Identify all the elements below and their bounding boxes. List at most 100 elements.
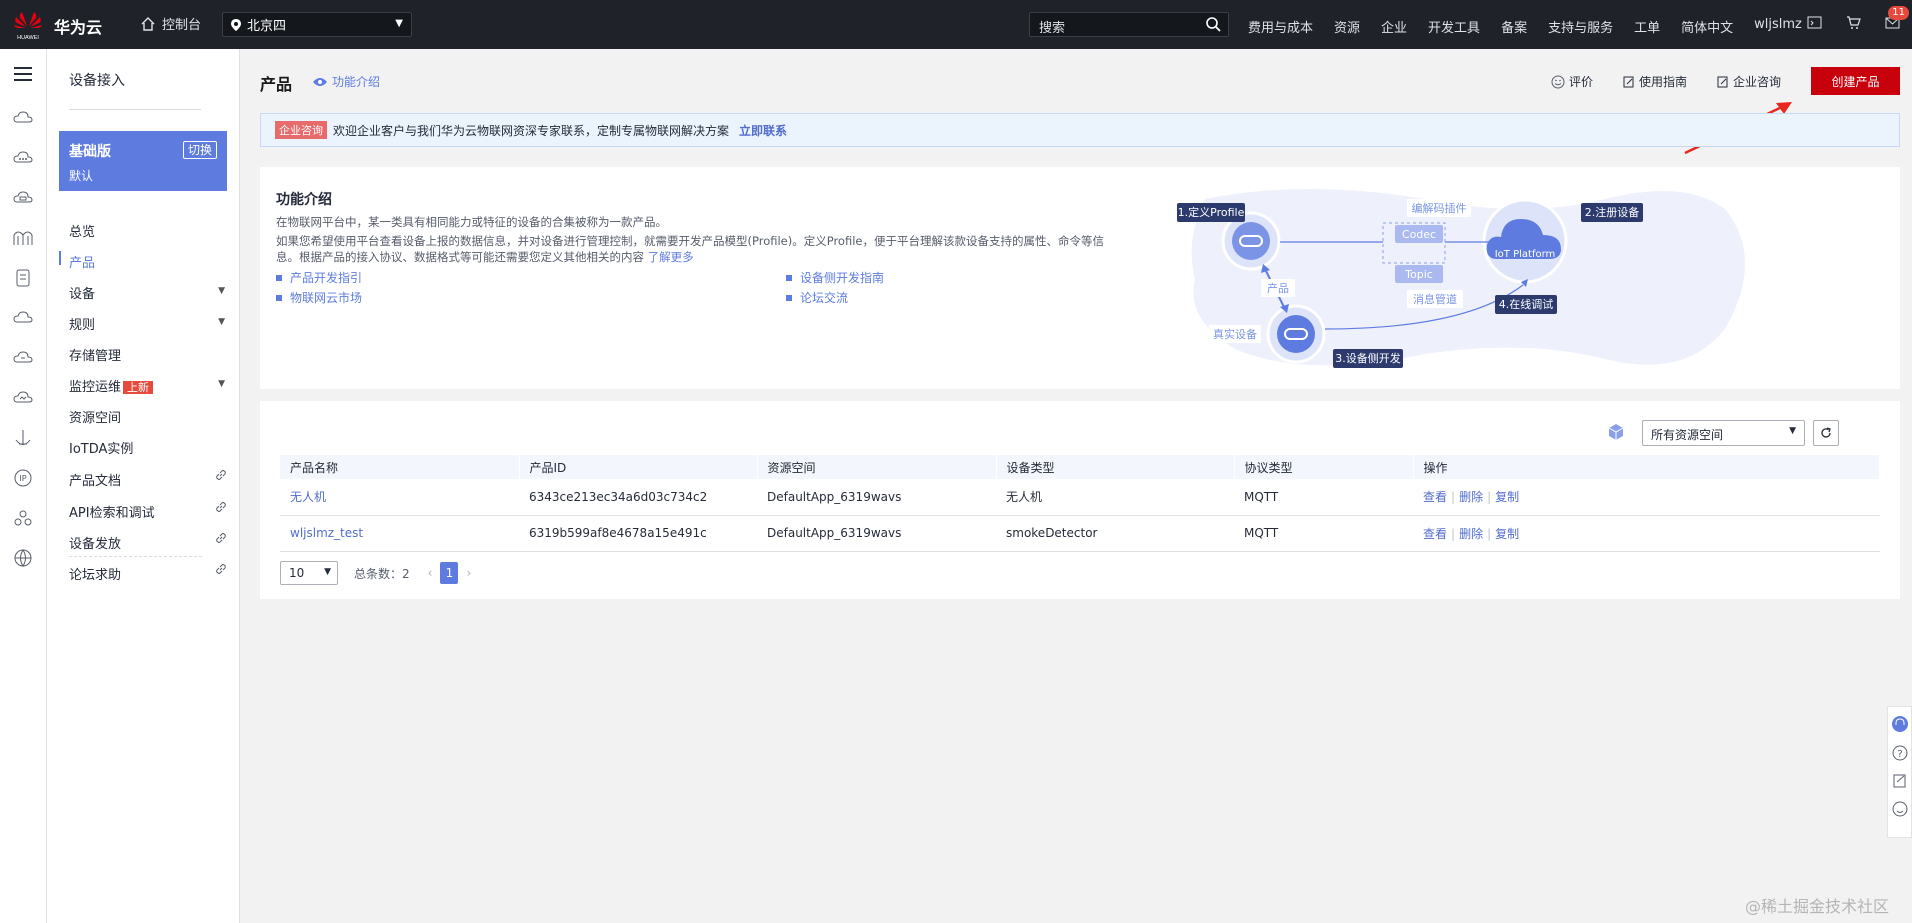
sidebar-item-iotda-instance[interactable]: IoTDA实例	[69, 438, 133, 457]
location-pin-icon	[231, 18, 241, 31]
device-dev-guide-link[interactable]: 设备侧开发指南	[786, 269, 884, 286]
delete-link[interactable]: 删除	[1459, 490, 1483, 504]
nav-dev-tools[interactable]: 开发工具	[1428, 17, 1480, 36]
cloud-storage-icon[interactable]	[12, 187, 34, 209]
notice-text: 欢迎企业客户与我们华为云物联网资深专家联系，定制专属物联网解决方案	[333, 123, 730, 138]
sidebar-item-resource-space[interactable]: 资源空间	[69, 407, 121, 426]
column-header[interactable]: 产品ID	[519, 455, 758, 479]
chevron-down-icon[interactable]: ▼	[218, 286, 225, 296]
sidebar-item-devices[interactable]: 设备	[69, 283, 95, 302]
nav-cost[interactable]: 费用与成本	[1248, 17, 1313, 36]
console-screen-icon[interactable]	[1807, 15, 1822, 30]
chevron-down-icon: ▼	[395, 18, 403, 29]
cloud-icon[interactable]	[12, 307, 34, 329]
help-icon[interactable]: ?	[1892, 745, 1908, 761]
column-header[interactable]: 产品名称	[280, 455, 520, 479]
contact-now-link[interactable]: 立即联系	[739, 122, 787, 139]
new-badge: 上新	[123, 381, 154, 394]
globe-icon[interactable]	[12, 547, 34, 569]
copy-link[interactable]: 复制	[1495, 527, 1519, 541]
menu-icon[interactable]	[12, 63, 34, 85]
refresh-button[interactable]	[1813, 420, 1839, 446]
column-header[interactable]: 设备类型	[996, 455, 1235, 479]
brand-name[interactable]: 华为云	[54, 14, 102, 38]
sidebar-item-docs[interactable]: 产品文档	[69, 470, 121, 489]
view-link[interactable]: 查看	[1423, 527, 1447, 541]
product-dev-guide-link[interactable]: 产品开发指引	[276, 269, 362, 286]
resource-space-select[interactable]: 所有资源空间 ▼	[1642, 420, 1805, 446]
create-product-button[interactable]: 创建产品	[1811, 67, 1900, 95]
page-number-button[interactable]: 1	[440, 562, 459, 584]
cloud-security-icon[interactable]	[12, 347, 34, 369]
product-name-link[interactable]: 无人机	[280, 479, 519, 516]
step4-label: 4.在线调试	[1499, 297, 1554, 311]
messages-button[interactable]: 11	[1885, 6, 1909, 34]
cloud-monitor-icon[interactable]	[12, 387, 34, 409]
nav-filing[interactable]: 备案	[1501, 17, 1527, 36]
cart-icon[interactable]	[1846, 15, 1861, 30]
guide-button[interactable]: 使用指南	[1623, 73, 1687, 90]
switch-plan-button[interactable]: 切换	[182, 141, 217, 159]
iot-marketplace-link[interactable]: 物联网云市场	[276, 289, 362, 306]
anchor-icon[interactable]	[12, 427, 34, 449]
row-actions: 查看 | 删除 | 复制	[1413, 515, 1880, 552]
sidebar-divider	[69, 556, 202, 557]
search-input[interactable]: 搜索	[1029, 12, 1229, 37]
column-header[interactable]: 资源空间	[757, 455, 997, 479]
guide-label: 使用指南	[1638, 75, 1687, 89]
protocol-cell: MQTT	[1234, 515, 1413, 552]
cloud-service-icon[interactable]	[12, 107, 34, 129]
database-icon[interactable]	[12, 267, 34, 289]
page-size-select[interactable]: 10 ▼	[280, 561, 338, 585]
column-header: 操作	[1413, 455, 1880, 479]
nav-username[interactable]: wljslmz	[1754, 17, 1802, 36]
nav-support[interactable]: 支持与服务	[1548, 17, 1613, 36]
product-name-link[interactable]: wljslmz_test	[280, 515, 519, 552]
bridge-icon[interactable]	[12, 227, 34, 249]
view-link[interactable]: 查看	[1423, 490, 1447, 504]
cloud-network-icon[interactable]	[12, 147, 34, 169]
smile-icon[interactable]	[1892, 801, 1908, 817]
rate-button[interactable]: 评价	[1551, 73, 1593, 90]
next-page-icon[interactable]: ›	[466, 566, 471, 580]
ip-icon[interactable]: IP	[12, 467, 34, 489]
region-value: 北京四	[247, 19, 287, 34]
sidebar-item-api-explorer[interactable]: API检索和调试	[69, 502, 155, 521]
iot-platform-label: IoT Platform	[1495, 249, 1556, 260]
nav-enterprise[interactable]: 企业	[1381, 17, 1407, 36]
nav-ticket[interactable]: 工单	[1634, 17, 1660, 36]
huawei-logo-icon[interactable]: HUAWEI	[10, 6, 46, 42]
customer-service-icon[interactable]	[1891, 715, 1909, 733]
column-header[interactable]: 协议类型	[1234, 455, 1414, 479]
nav-language[interactable]: 简体中文	[1681, 17, 1733, 36]
prev-page-icon[interactable]: ‹	[428, 566, 433, 580]
chevron-down-icon[interactable]: ▼	[218, 317, 225, 327]
cluster-icon[interactable]	[12, 507, 34, 529]
feature-intro-link[interactable]: 功能介绍	[312, 73, 380, 90]
sidebar-item-provisioning[interactable]: 设备发放	[69, 533, 121, 552]
console-link[interactable]: 控制台	[140, 14, 201, 33]
chevron-down-icon[interactable]: ▼	[218, 379, 225, 389]
nav-resources[interactable]: 资源	[1334, 17, 1360, 36]
step2-label: 2.注册设备	[1585, 205, 1640, 219]
external-link-icon	[216, 564, 226, 574]
sidebar-item-overview[interactable]: 总览	[69, 221, 95, 240]
resource-space-value: 所有资源空间	[1651, 428, 1724, 442]
topic-label: Topic	[1404, 268, 1433, 281]
learn-more-link[interactable]: 了解更多	[648, 250, 694, 264]
sidebar-item-rules[interactable]: 规则	[69, 314, 95, 333]
feedback-icon[interactable]	[1892, 773, 1908, 789]
consult-button[interactable]: 企业咨询	[1717, 73, 1781, 90]
search-icon[interactable]	[1206, 17, 1221, 32]
sidebar-item-storage[interactable]: 存储管理	[69, 345, 121, 364]
sidebar-item-forum[interactable]: 论坛求助	[69, 564, 121, 583]
table-header-row: 产品名称 产品ID 资源空间 设备类型 协议类型 操作	[280, 455, 1880, 479]
copy-link[interactable]: 复制	[1495, 490, 1519, 504]
region-select[interactable]: 北京四 ▼	[222, 12, 412, 37]
sidebar-item-monitoring[interactable]: 监控运维 上新	[69, 376, 154, 395]
page-size-value: 10	[289, 566, 305, 580]
delete-link[interactable]: 删除	[1459, 527, 1483, 541]
sidebar-item-products[interactable]: 产品	[69, 252, 95, 271]
forum-link[interactable]: 论坛交流	[786, 289, 848, 306]
message-pipe-label: 消息管道	[1413, 292, 1457, 306]
